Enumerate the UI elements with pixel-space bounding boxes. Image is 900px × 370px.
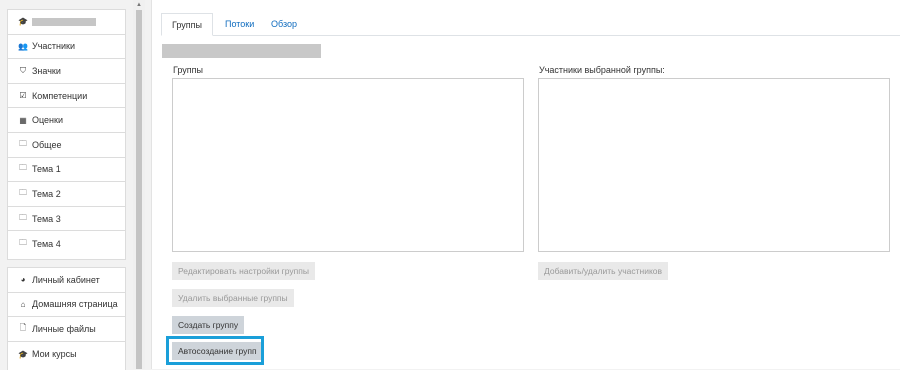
sidebar-item-2[interactable]: ⛉ Значки (8, 59, 125, 84)
groups-listbox[interactable] (172, 78, 524, 252)
site-nav: ◕ Личный кабинет ⌂ Домашняя страница 🗋 Личные… (7, 267, 126, 370)
sidebar-item-label: Компетенции (32, 90, 88, 101)
sidebar-item-label: Тема 1 (32, 164, 61, 175)
sidebar-scrollbar[interactable]: ▲ (133, 0, 145, 369)
highlight-frame (166, 336, 264, 365)
course-nav: 🎓 👥 Участники ⛉ Значки ☑ Компетенции ▦ Оценки 🗀 О… (7, 9, 126, 260)
tab-groupings[interactable]: Потоки (215, 13, 264, 35)
sidebar-item-label: Тема 3 (32, 213, 61, 224)
members-listbox[interactable] (538, 78, 890, 252)
sidebar-item-5[interactable]: 🗀 Общее (8, 133, 125, 158)
members-label: Участники выбранной группы: (539, 65, 665, 75)
delete-selected-groups-button[interactable]: Удалить выбранные группы (172, 289, 294, 307)
scrollbar-thumb[interactable] (136, 10, 142, 369)
redacted-course-name (32, 17, 96, 26)
sidebar-item-label: Участники (32, 41, 75, 52)
sidebar-item-13[interactable]: 🎓 Мои курсы (8, 342, 125, 367)
folder-icon: 🗀 (19, 237, 27, 247)
tab-overview[interactable]: Обзор (261, 13, 307, 35)
sidebar: 🎓 👥 Участники ⛉ Значки ☑ Компетенции ▦ Оценки 🗀 О… (0, 0, 133, 370)
sidebar-item-9[interactable]: 🗀 Тема 4 (8, 231, 125, 256)
home-icon: ⌂ (20, 299, 26, 309)
sidebar-item-label: Оценки (32, 115, 63, 126)
sidebar-item-label: Значки (32, 65, 61, 76)
sidebar-item-6[interactable]: 🗀 Тема 1 (8, 158, 125, 183)
groups-label: Группы (173, 65, 203, 75)
sidebar-item-7[interactable]: 🗀 Тема 2 (8, 182, 125, 207)
tab-bar: Группы Потоки Обзор (161, 13, 900, 36)
sidebar-item-label: Домашняя страница (32, 299, 118, 310)
course-home-link[interactable]: 🎓 (8, 10, 125, 35)
graduation-cap-icon: 🎓 (18, 17, 28, 27)
sidebar-item-label: Личные файлы (32, 323, 96, 334)
sidebar-item-label: Тема 4 (32, 238, 61, 249)
folder-icon: 🗀 (19, 163, 27, 173)
sidebar-item-3[interactable]: ☑ Компетенции (8, 84, 125, 109)
sidebar-item-4[interactable]: ▦ Оценки (8, 108, 125, 133)
table-icon: ▦ (19, 115, 27, 125)
dashboard-icon: ◕ (20, 275, 26, 285)
add-remove-members-button[interactable]: Добавить/удалить участников (538, 262, 669, 280)
edit-group-settings-button[interactable]: Редактировать настройки группы (172, 262, 315, 280)
main-content: Группы Потоки Обзор Группы Участники выб… (151, 0, 900, 369)
file-icon: 🗋 (19, 322, 27, 332)
redacted-heading (162, 44, 321, 58)
folder-icon: 🗀 (19, 212, 27, 222)
sidebar-item-8[interactable]: 🗀 Тема 3 (8, 207, 125, 232)
sidebar-item-12[interactable]: 🗋 Личные файлы (8, 317, 125, 342)
sidebar-item-label: Мои курсы (32, 349, 77, 360)
tab-groups[interactable]: Группы (161, 13, 213, 36)
scroll-up-arrow-icon[interactable]: ▲ (133, 0, 145, 10)
sidebar-item-10[interactable]: ◕ Личный кабинет (8, 268, 125, 293)
users-icon: 👥 (18, 41, 28, 51)
folder-icon: 🗀 (19, 138, 27, 148)
graduation-cap-icon: 🎓 (18, 349, 28, 359)
sidebar-item-label: Личный кабинет (32, 274, 100, 285)
sidebar-item-label: Общее (32, 139, 62, 150)
shield-icon: ⛉ (20, 65, 26, 75)
sidebar-item-label: Тема 2 (32, 188, 61, 199)
folder-icon: 🗀 (19, 187, 27, 197)
check-square-icon: ☑ (19, 91, 27, 101)
sidebar-item-1[interactable]: 👥 Участники (8, 35, 125, 60)
sidebar-item-11[interactable]: ⌂ Домашняя страница (8, 293, 125, 318)
create-group-button[interactable]: Создать группу (172, 316, 245, 334)
